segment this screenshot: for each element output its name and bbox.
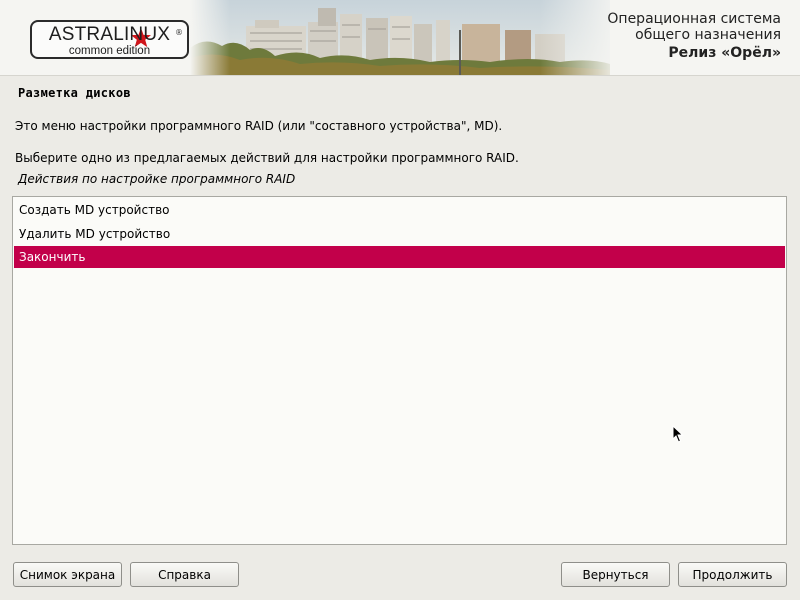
astralinux-logo: ASTRALINUX ® common edition <box>30 20 189 59</box>
os-release: Релиз «Орёл» <box>668 45 781 61</box>
description-text-2: Выберите одно из предлагаемых действий д… <box>15 151 519 165</box>
continue-button[interactable]: Продолжить <box>678 562 787 587</box>
back-button[interactable]: Вернуться <box>561 562 670 587</box>
os-title-line1: Операционная система <box>607 11 781 27</box>
mouse-pointer-icon <box>672 425 684 443</box>
os-title-line2: общего назначения <box>635 27 781 43</box>
list-item-label: Создать MD устройство <box>19 203 170 217</box>
list-item-label: Удалить MD устройство <box>19 227 171 241</box>
help-button[interactable]: Справка <box>130 562 239 587</box>
logo-registered-mark: ® <box>175 28 183 37</box>
actions-list-caption: Действия по настройке программного RAID <box>18 172 296 186</box>
list-item-delete-md[interactable]: Удалить MD устройство <box>14 223 785 245</box>
logo-name: ASTRALINUX <box>48 24 171 45</box>
description-text-1: Это меню настройки программного RAID (ил… <box>15 119 503 133</box>
list-item-finish[interactable]: Закончить <box>14 246 785 268</box>
raid-actions-list[interactable]: Создать MD устройство Удалить MD устройс… <box>12 196 787 545</box>
screenshot-button[interactable]: Снимок экрана <box>13 562 122 587</box>
list-item-label: Закончить <box>19 250 86 264</box>
header-banner: ASTRALINUX ® common edition Операционная… <box>0 0 800 76</box>
page-title: Разметка дисков <box>18 86 131 100</box>
list-item-create-md[interactable]: Создать MD устройство <box>14 199 785 221</box>
logo-edition: common edition <box>68 45 151 57</box>
